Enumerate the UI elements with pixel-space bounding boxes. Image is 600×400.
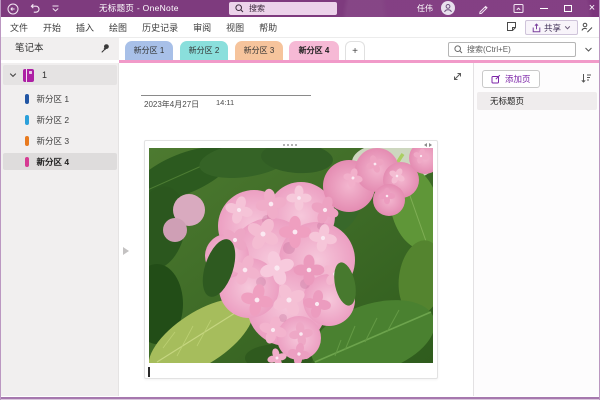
section-tab-3[interactable]: 新分区 3 — [235, 41, 283, 60]
page-list-chevron-icon[interactable] — [584, 45, 593, 56]
page-date: 2023年4月27日 — [144, 99, 199, 110]
body: 1 新分区 1 新分区 2 新分区 3 新分区 4 — [1, 63, 599, 396]
page-time: 14:11 — [216, 98, 234, 107]
sidebar-section-3-label: 新分区 3 — [37, 135, 70, 147]
text-cursor — [148, 367, 150, 377]
sticky-notes-icon[interactable] — [506, 21, 517, 34]
page-gutter — [120, 63, 134, 396]
share-icon — [532, 23, 541, 33]
ribbon-display-options-icon[interactable] — [512, 2, 525, 15]
notebook-icon — [23, 69, 34, 82]
menu-bar: 文件 开始 插入 绘图 历史记录 审阅 视图 帮助 共享 — [1, 17, 599, 38]
note-container[interactable] — [144, 140, 438, 379]
quick-access-dropdown-icon[interactable] — [49, 2, 62, 15]
share-label: 共享 — [544, 22, 561, 34]
sidebar-section-4-selected[interactable]: 新分区 4 — [3, 153, 117, 170]
section-color-bar — [25, 115, 29, 125]
search-icon — [454, 45, 463, 54]
section-tab-1-label: 新分区 1 — [134, 45, 165, 56]
titlebar-search-placeholder: 搜索 — [249, 3, 265, 14]
page-title-underline — [141, 95, 311, 96]
notebook-label: 1 — [42, 70, 47, 80]
section-tab-4-selected[interactable]: 新分区 4 — [289, 41, 339, 60]
page-item-title: 无标题页 — [490, 95, 524, 107]
notebook-sidebar: 1 新分区 1 新分区 2 新分区 3 新分区 4 — [1, 63, 119, 396]
menu-help[interactable]: 帮助 — [259, 21, 277, 34]
menu-insert[interactable]: 插入 — [76, 21, 94, 34]
add-section-tab[interactable]: + — [345, 41, 365, 60]
search-input[interactable]: 搜索(Ctrl+E) — [448, 42, 576, 57]
section-color-bar — [25, 157, 29, 167]
user-name[interactable]: 任伟 — [417, 0, 433, 17]
title-bar: 无标题页 - OneNote 搜索 任伟 × — [1, 0, 599, 17]
person-icon — [443, 3, 453, 13]
section-tab-1[interactable]: 新分区 1 — [125, 41, 173, 60]
sidebar-section-3[interactable]: 新分区 3 — [3, 132, 117, 149]
pin-icon[interactable] — [100, 43, 110, 56]
menu-view[interactable]: 视图 — [226, 21, 244, 34]
sidebar-section-1-label: 新分区 1 — [37, 93, 70, 105]
pages-panel: 添加页 无标题页 — [474, 63, 600, 396]
maximize-button[interactable] — [557, 0, 579, 17]
menu-review[interactable]: 审阅 — [193, 21, 211, 34]
sidebar-section-1[interactable]: 新分区 1 — [3, 90, 117, 107]
menu-history[interactable]: 历史记录 — [142, 21, 178, 34]
window-title: 无标题页 - OneNote — [99, 0, 179, 17]
section-tab-2-label: 新分区 2 — [189, 45, 220, 56]
section-color-bar — [25, 136, 29, 146]
ink-pencil-icon[interactable] — [477, 2, 490, 15]
page-canvas[interactable]: 2023年4月27日 14:11 — [134, 63, 473, 396]
section-tab-3-label: 新分区 3 — [244, 45, 275, 56]
avatar[interactable] — [441, 1, 455, 15]
add-page-label: 添加页 — [505, 73, 531, 85]
titlebar-search-box[interactable]: 搜索 — [229, 2, 337, 15]
compose-icon — [491, 74, 501, 84]
sidebar-section-4-label: 新分区 4 — [37, 156, 70, 168]
menu-file[interactable]: 文件 — [10, 21, 28, 34]
search-placeholder: 搜索(Ctrl+E) — [467, 44, 511, 55]
user-pen-icon[interactable] — [581, 21, 593, 35]
paragraph-handle-icon[interactable] — [123, 247, 129, 255]
back-icon[interactable] — [6, 2, 19, 15]
section-tab-2[interactable]: 新分区 2 — [180, 41, 228, 60]
section-tab-strip: 笔记本 新分区 1 新分区 2 新分区 3 新分区 4 + 搜索(Ctrl+E) — [1, 38, 599, 60]
onenote-window: 无标题页 - OneNote 搜索 任伟 × 文件 开始 插入 绘 — [0, 0, 600, 400]
menu-draw[interactable]: 绘图 — [109, 21, 127, 34]
add-page-button[interactable]: 添加页 — [482, 70, 540, 88]
sidebar-section-2[interactable]: 新分区 2 — [3, 111, 117, 128]
fullscreen-expand-icon[interactable] — [452, 71, 463, 84]
chevron-down-icon[interactable] — [9, 71, 17, 79]
page-list-item-selected[interactable]: 无标题页 — [477, 92, 597, 110]
container-drag-handle[interactable] — [283, 144, 285, 146]
add-section-label: + — [352, 46, 358, 57]
share-button[interactable]: 共享 — [525, 20, 578, 35]
sidebar-section-2-label: 新分区 2 — [37, 114, 70, 126]
menu-home[interactable]: 开始 — [43, 21, 61, 34]
section-color-bar — [25, 94, 29, 104]
notebook-row[interactable]: 1 — [3, 65, 117, 85]
search-icon — [235, 4, 244, 13]
close-button[interactable]: × — [581, 0, 600, 17]
chevron-down-icon — [564, 24, 571, 31]
minimize-button[interactable] — [533, 0, 555, 17]
hydrangea-photo[interactable] — [149, 148, 433, 363]
notebooks-header-label: 笔记本 — [15, 38, 44, 60]
undo-icon[interactable] — [28, 2, 41, 15]
notebooks-header: 笔记本 — [1, 38, 119, 60]
section-tab-4-label: 新分区 4 — [299, 45, 330, 56]
sort-pages-icon[interactable] — [580, 72, 592, 86]
